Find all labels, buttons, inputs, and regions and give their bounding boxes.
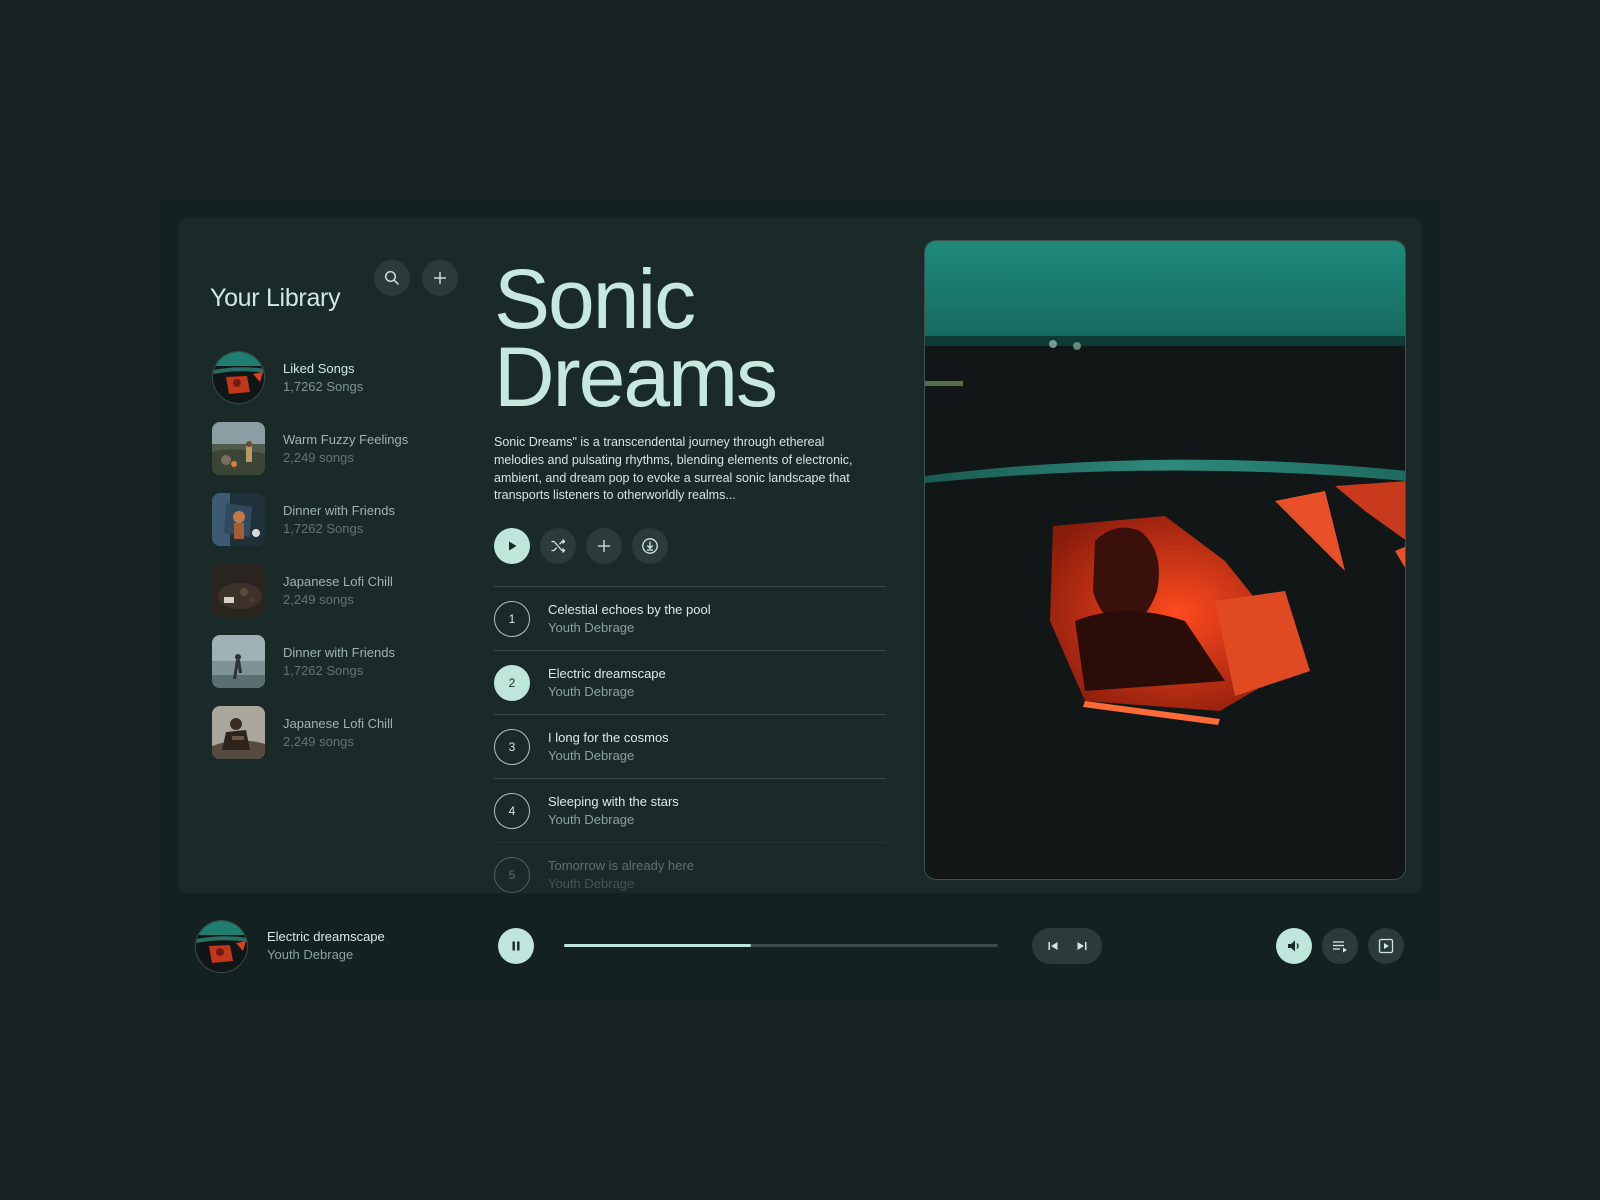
- library-item-count: 2,249 songs: [283, 591, 354, 607]
- skip-controls: [1032, 928, 1102, 964]
- library-item-count: 2,249 songs: [283, 733, 354, 749]
- library-item-name: Liked Songs: [283, 360, 355, 376]
- dinner-with-friends-2-cover: [212, 635, 265, 688]
- library-item-count: 2,249 songs: [283, 449, 354, 465]
- library-add-button[interactable]: [422, 260, 458, 296]
- pause-icon: [512, 941, 520, 951]
- now-playing-title: Electric dreamscape: [267, 929, 385, 944]
- track-title: Sleeping with the stars: [548, 793, 679, 809]
- track-number: 5: [494, 856, 530, 893]
- playlist-title-line-1: Sonic: [494, 252, 696, 346]
- shuffle-button[interactable]: [540, 528, 576, 564]
- previous-track-button[interactable]: [1041, 934, 1065, 958]
- now-playing-artist: Youth Debrage: [267, 947, 354, 962]
- track-artist: Youth Debrage: [548, 875, 635, 891]
- track-artist: Youth Debrage: [548, 619, 635, 635]
- track-title: I long for the cosmos: [548, 729, 669, 745]
- library-item-name: Dinner with Friends: [283, 502, 395, 518]
- library-item-name: Warm Fuzzy Feelings: [283, 431, 409, 447]
- playlist-description: Sonic Dreams" is a transcendental journe…: [494, 435, 853, 503]
- track-artist: Youth Debrage: [548, 811, 635, 827]
- pause-button[interactable]: [498, 928, 534, 964]
- library-item-name: Japanese Lofi Chill: [283, 573, 393, 589]
- track-title: Tomorrow is already here: [548, 857, 694, 873]
- queue-button[interactable]: [1322, 928, 1358, 964]
- track-row[interactable]: 3 I long for the cosmos Youth Debrage: [494, 714, 886, 778]
- track-row[interactable]: 5 Tomorrow is already here Youth Debrage: [494, 842, 886, 893]
- now-playing-cover: [195, 920, 248, 973]
- library-item-warm-fuzzy-feelings[interactable]: Warm Fuzzy Feelings 2,249 songs: [212, 413, 482, 484]
- library-item-count: 1,7262 Songs: [283, 378, 364, 394]
- download-button[interactable]: [632, 528, 668, 564]
- miniplayer-icon: [1378, 938, 1394, 954]
- add-to-library-button[interactable]: [586, 528, 622, 564]
- now-playing-info: Electric dreamscape Youth Debrage: [267, 928, 385, 964]
- playlist-title-line-2: Dreams: [494, 330, 778, 424]
- playback-progress-bar[interactable]: [564, 944, 998, 947]
- japanese-lofi-chill-cover: [212, 564, 265, 617]
- liked-songs-cover: [212, 351, 265, 404]
- library-item-japanese-lofi-chill[interactable]: Japanese Lofi Chill 2,249 songs: [212, 555, 482, 626]
- playlist-actions: [494, 528, 668, 564]
- library-list: Liked Songs 1,7262 Songs Warm Fuzzy Feel…: [212, 342, 482, 768]
- library-item-name: Japanese Lofi Chill: [283, 715, 393, 731]
- playlist-title: Sonic Dreams: [494, 252, 778, 424]
- main-panel: Your Library Liked Songs 1,7262 Songs Wa…: [178, 218, 1422, 893]
- next-track-button[interactable]: [1070, 934, 1094, 958]
- track-artist: Youth Debrage: [548, 747, 635, 763]
- play-button[interactable]: [494, 528, 530, 564]
- track-row[interactable]: 1 Celestial echoes by the pool Youth Deb…: [494, 586, 886, 650]
- japanese-lofi-chill-2-cover: [212, 706, 265, 759]
- track-list: 1 Celestial echoes by the pool Youth Deb…: [494, 586, 886, 893]
- playback-progress-fill: [564, 944, 751, 947]
- track-number: 1: [494, 600, 530, 637]
- track-row[interactable]: 4 Sleeping with the stars Youth Debrage: [494, 778, 886, 842]
- download-icon: [642, 538, 658, 554]
- track-number: 4: [494, 792, 530, 829]
- music-app-window: Your Library Liked Songs 1,7262 Songs Wa…: [160, 200, 1440, 1000]
- library-item-name: Dinner with Friends: [283, 644, 395, 660]
- queue-icon: [1333, 941, 1347, 953]
- plus-icon: [434, 272, 446, 284]
- volume-icon: [1288, 940, 1299, 952]
- shuffle-icon: [551, 539, 566, 553]
- track-artist: Youth Debrage: [548, 683, 635, 699]
- plus-icon: [598, 540, 610, 552]
- track-title: Celestial echoes by the pool: [548, 601, 711, 617]
- track-row-active[interactable]: 2 Electric dreamscape Youth Debrage: [494, 650, 886, 714]
- library-item-japanese-lofi-chill-2[interactable]: Japanese Lofi Chill 2,249 songs: [212, 697, 482, 768]
- library-item-liked-songs[interactable]: Liked Songs 1,7262 Songs: [212, 342, 482, 413]
- playlist-cover-art: [924, 240, 1406, 880]
- search-icon: [384, 270, 399, 285]
- play-icon: [509, 541, 517, 551]
- volume-button[interactable]: [1276, 928, 1312, 964]
- skip-next-icon: [1077, 942, 1086, 950]
- library-item-dinner-with-friends[interactable]: Dinner with Friends 1,7262 Songs: [212, 484, 482, 555]
- warm-fuzzy-feelings-cover: [212, 422, 265, 475]
- track-number: 2: [494, 664, 530, 701]
- library-item-dinner-with-friends-2[interactable]: Dinner with Friends 1,7262 Songs: [212, 626, 482, 697]
- library-search-button[interactable]: [374, 260, 410, 296]
- library-title: Your Library: [210, 284, 341, 312]
- skip-previous-icon: [1048, 942, 1057, 950]
- library-item-count: 1,7262 Songs: [283, 662, 364, 678]
- library-item-count: 1,7262 Songs: [283, 520, 364, 536]
- dinner-with-friends-cover: [212, 493, 265, 546]
- track-number: 3: [494, 728, 530, 765]
- miniplayer-button[interactable]: [1368, 928, 1404, 964]
- track-title: Electric dreamscape: [548, 665, 666, 681]
